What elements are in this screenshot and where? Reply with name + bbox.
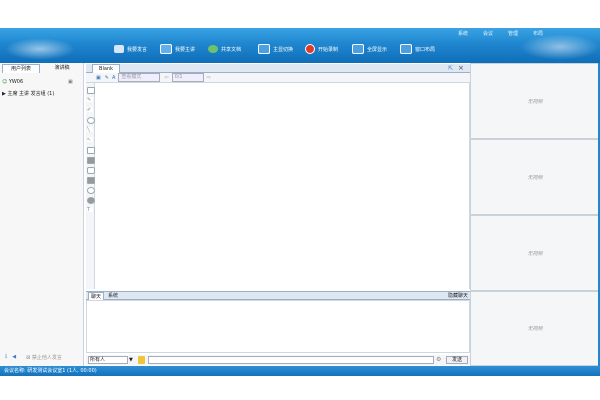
mode-select[interactable]: 查看模式 [118, 73, 161, 82]
microphone-icon [114, 45, 124, 53]
no-video-label: 无视频 [527, 98, 543, 105]
drawing-tools: ✎ ✐ ╲ ↖ T [86, 83, 95, 289]
chat-tab-strip [86, 291, 470, 300]
record-icon [305, 44, 315, 54]
tab-user-list[interactable]: 用户列表 [2, 64, 40, 73]
send-button[interactable]: 发送 [446, 356, 468, 364]
pencil-tool-icon[interactable]: ✎ [87, 97, 93, 103]
request-present-button[interactable]: 我要主讲 [160, 44, 195, 54]
share-docs-label: 共享文档 [221, 46, 242, 53]
video-panel-3[interactable]: 无视频 [470, 215, 600, 291]
whiteboard-canvas[interactable] [95, 83, 470, 289]
arrow-left-icon[interactable]: ◀ [12, 354, 16, 360]
rounded-rect-tool-icon[interactable] [87, 167, 95, 174]
popout-icon[interactable]: ⇱ [448, 65, 453, 72]
share-docs-icon [208, 45, 218, 53]
chat-input-row: 所有人 ▼ ⚙ 发送 [86, 355, 470, 365]
filled-ellipse-tool-icon[interactable] [87, 197, 95, 204]
save-icon[interactable]: ▣ [96, 75, 101, 81]
recipient-select[interactable]: 所有人 [88, 356, 128, 364]
video-panel-4[interactable]: 无视频 [470, 291, 600, 366]
user-name: YW06 [8, 79, 24, 85]
display-switch-button[interactable]: 主显切换 [258, 44, 293, 54]
tab-system[interactable]: 系统 [106, 292, 120, 300]
emoji-icon[interactable] [138, 356, 145, 364]
left-bottom-bar: ⇩ ◀ ⊠ 禁止他人发言 [0, 351, 84, 363]
window-layout-button[interactable]: 窗口布局 [400, 44, 435, 54]
text-icon[interactable]: A [112, 75, 115, 81]
user-block-icon: ⊠ [26, 354, 31, 361]
menu-meeting[interactable]: 会议 [483, 30, 493, 37]
doc-toolbar: ▣ ✎ A 查看模式 ⇦ 0/1 ⇨ [86, 73, 470, 83]
top-banner: 系统 会议 管理 布局 [0, 28, 600, 63]
stop-others-speak-button[interactable]: ⊠ 禁止他人发言 [26, 354, 62, 361]
fullscreen-label: 全屏显示 [367, 46, 388, 53]
stop-others-speak-label: 禁止他人发言 [31, 354, 62, 361]
video-panel-1[interactable]: 无视频 [470, 63, 600, 139]
next-page-icon[interactable]: ⇨ [207, 75, 211, 81]
tab-chat[interactable]: 聊天 [88, 292, 105, 300]
user-row[interactable]: ☺ YW06 ▣ [2, 78, 80, 86]
group-row[interactable]: ▶ 主席 主讲 发言组 (1) [2, 90, 80, 98]
no-video-label: 无视频 [527, 174, 543, 181]
filled-rounded-rect-tool-icon[interactable] [87, 177, 95, 184]
fullscreen-icon [352, 44, 364, 54]
banner-cloud-decoration [5, 38, 75, 60]
display-switch-label: 主显切换 [273, 46, 294, 53]
chat-input[interactable] [148, 356, 434, 364]
filled-rectangle-tool-icon[interactable] [87, 157, 95, 164]
ellipse-tool-icon[interactable] [87, 187, 95, 194]
select-tool-icon[interactable] [87, 87, 95, 94]
eraser-tool-icon[interactable] [87, 117, 95, 124]
hide-chat-button[interactable]: 隐藏聊天 [446, 292, 470, 300]
video-panel-2[interactable]: 无视频 [470, 139, 600, 215]
request-present-label: 我要主讲 [175, 46, 196, 53]
request-speak-button[interactable]: 我要发言 [114, 44, 147, 54]
expand-arrow-icon[interactable]: ▶ [2, 91, 6, 97]
user-settings-icon[interactable]: ▣ [68, 78, 73, 86]
chevron-down-icon[interactable]: ▼ [129, 356, 135, 364]
menu-manage[interactable]: 管理 [508, 30, 518, 37]
text-tool-icon[interactable]: T [87, 207, 93, 213]
window-layout-label: 窗口布局 [415, 46, 436, 53]
no-video-label: 无视频 [527, 326, 543, 332]
fullscreen-button[interactable]: 全屏显示 [352, 44, 387, 54]
no-video-label: 无视频 [527, 250, 543, 257]
share-docs-button[interactable]: 共享文档 [208, 44, 241, 54]
start-record-label: 开始录制 [318, 46, 339, 53]
highlighter-tool-icon[interactable]: ✐ [87, 107, 93, 113]
user-icon: ☺ [2, 79, 8, 85]
start-record-button[interactable]: 开始录制 [305, 44, 338, 54]
display-switch-icon [258, 44, 270, 54]
chat-messages [86, 300, 470, 353]
prev-page-icon[interactable]: ⇦ [164, 75, 168, 81]
line-tool-icon[interactable]: ╲ [87, 127, 93, 133]
rectangle-tool-icon[interactable] [87, 147, 95, 154]
user-panel [0, 63, 84, 366]
request-speak-label: 我要发言 [127, 46, 148, 53]
page-indicator[interactable]: 0/1 [171, 73, 204, 82]
doc-tab-strip [86, 64, 470, 73]
menu-layout[interactable]: 布局 [533, 30, 543, 37]
arrow-down-icon[interactable]: ⇩ [4, 354, 8, 360]
arrow-tool-icon[interactable]: ↖ [87, 137, 93, 143]
group-label: 主席 主讲 发言组 (1) [7, 91, 55, 97]
tab-speech-notes[interactable]: 演讲稿 [42, 64, 82, 73]
pen-icon[interactable]: ✎ [105, 75, 109, 81]
settings-icon[interactable]: ⚙ [436, 356, 443, 364]
menu-system[interactable]: 系统 [458, 30, 468, 37]
presenter-icon [160, 44, 172, 54]
doc-tab-blank[interactable]: Blank [92, 64, 120, 73]
window-layout-icon [400, 44, 412, 54]
close-icon[interactable]: × [458, 64, 464, 72]
banner-cloud-decoration [520, 34, 600, 60]
status-bar: 会议名称: 研发测试会议室1 (1人, 00:00) [0, 366, 600, 376]
